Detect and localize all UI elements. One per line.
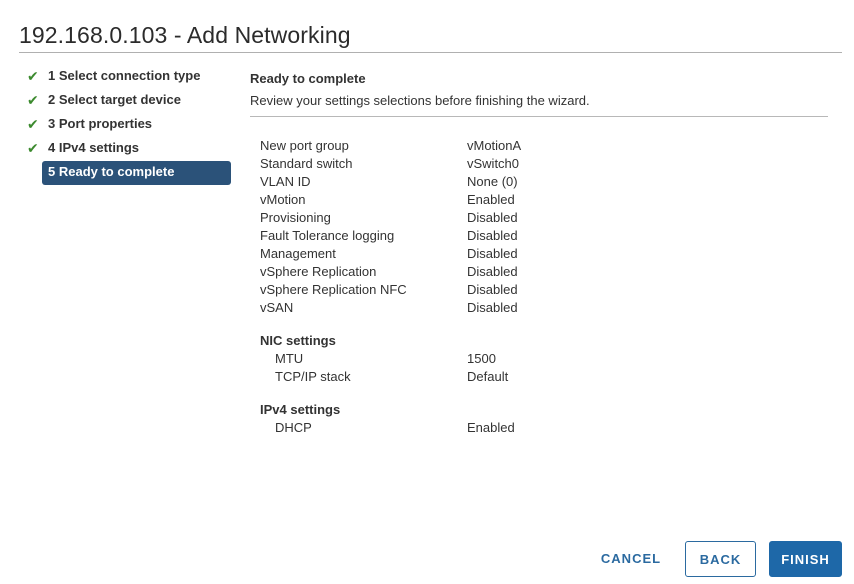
content-heading: Ready to complete: [250, 71, 366, 86]
finish-button[interactable]: FINISH: [769, 541, 842, 577]
summary-value: Disabled: [467, 246, 518, 261]
summary-value: Disabled: [467, 210, 518, 225]
summary-value: vMotionA: [467, 138, 522, 153]
summary-row: Provisioning Disabled: [260, 209, 660, 227]
summary-value: Disabled: [467, 264, 518, 279]
summary-key: Management: [260, 246, 336, 261]
step-select-target-device[interactable]: ✔ 2 Select target device: [27, 89, 233, 113]
wizard-steps: ✔ 1 Select connection type ✔ 2 Select ta…: [27, 65, 233, 185]
summary-value: vSwitch0: [467, 156, 520, 171]
step-label: 1 Select connection type: [48, 68, 201, 83]
summary-row: Fault Tolerance logging Disabled: [260, 227, 660, 245]
summary-key: Fault Tolerance logging: [260, 228, 395, 243]
summary-key: TCP/IP stack: [275, 369, 351, 384]
ipv4-settings-heading: IPv4 settings: [260, 402, 341, 417]
cancel-button[interactable]: CANCEL: [591, 541, 671, 577]
summary-key: DHCP: [275, 420, 312, 435]
step-ready-to-complete[interactable]: 5 Ready to complete: [42, 161, 231, 185]
step-ipv4-settings[interactable]: ✔ 4 IPv4 settings: [27, 137, 233, 161]
summary-key: VLAN ID: [260, 174, 311, 189]
summary-row: vSAN Disabled: [260, 299, 660, 317]
step-label: 4 IPv4 settings: [48, 140, 140, 155]
summary-row: DHCP Enabled: [260, 419, 660, 437]
summary-value: Disabled: [467, 228, 518, 243]
summary-value: Default: [467, 369, 509, 384]
summary-row: vSphere Replication Disabled: [260, 263, 660, 281]
summary-key: MTU: [275, 351, 304, 366]
summary-row: New port group vMotionA: [260, 137, 660, 155]
step-label: 5 Ready to complete: [48, 164, 175, 179]
checkmark-icon: ✔: [27, 92, 39, 108]
dialog-title: 192.168.0.103 - Add Networking: [19, 22, 351, 48]
nic-settings-heading: NIC settings: [260, 333, 336, 348]
summary-key: vMotion: [260, 192, 306, 207]
summary-key: vSphere Replication NFC: [260, 282, 407, 297]
summary-value: None (0): [467, 174, 518, 189]
step-label: 3 Port properties: [48, 116, 153, 131]
summary-row: vMotion Enabled: [260, 191, 660, 209]
summary-row: VLAN ID None (0): [260, 173, 660, 191]
summary-key: New port group: [260, 138, 349, 153]
summary-key: Provisioning: [260, 210, 331, 225]
content-divider: [250, 116, 828, 117]
settings-summary: New port group vMotionA Standard switch …: [260, 137, 660, 437]
checkmark-icon: ✔: [27, 116, 39, 132]
title-divider: [19, 52, 842, 53]
content-description: Review your settings selections before f…: [250, 93, 590, 108]
summary-key: Standard switch: [260, 156, 353, 171]
summary-key: vSAN: [260, 300, 294, 315]
step-port-properties[interactable]: ✔ 3 Port properties: [27, 113, 233, 137]
content-header: Ready to complete Review your settings s…: [250, 70, 828, 117]
add-networking-dialog: 192.168.0.103 - Add Networking ✔ 1 Selec…: [0, 0, 854, 584]
checkmark-icon: ✔: [27, 140, 39, 156]
summary-value: Enabled: [467, 420, 515, 435]
step-label: 2 Select target device: [48, 92, 181, 107]
summary-row: MTU 1500: [260, 350, 660, 368]
summary-value: Disabled: [467, 300, 518, 315]
summary-row: TCP/IP stack Default: [260, 368, 660, 386]
back-button[interactable]: BACK: [685, 541, 756, 577]
summary-row: Standard switch vSwitch0: [260, 155, 660, 173]
summary-value: Disabled: [467, 282, 518, 297]
summary-key: vSphere Replication: [260, 264, 377, 279]
checkmark-icon: ✔: [27, 68, 39, 84]
summary-row: Management Disabled: [260, 245, 660, 263]
summary-row: vSphere Replication NFC Disabled: [260, 281, 660, 299]
summary-value: Enabled: [467, 192, 515, 207]
step-select-connection-type[interactable]: ✔ 1 Select connection type: [27, 65, 233, 89]
summary-value: 1500: [467, 351, 496, 366]
